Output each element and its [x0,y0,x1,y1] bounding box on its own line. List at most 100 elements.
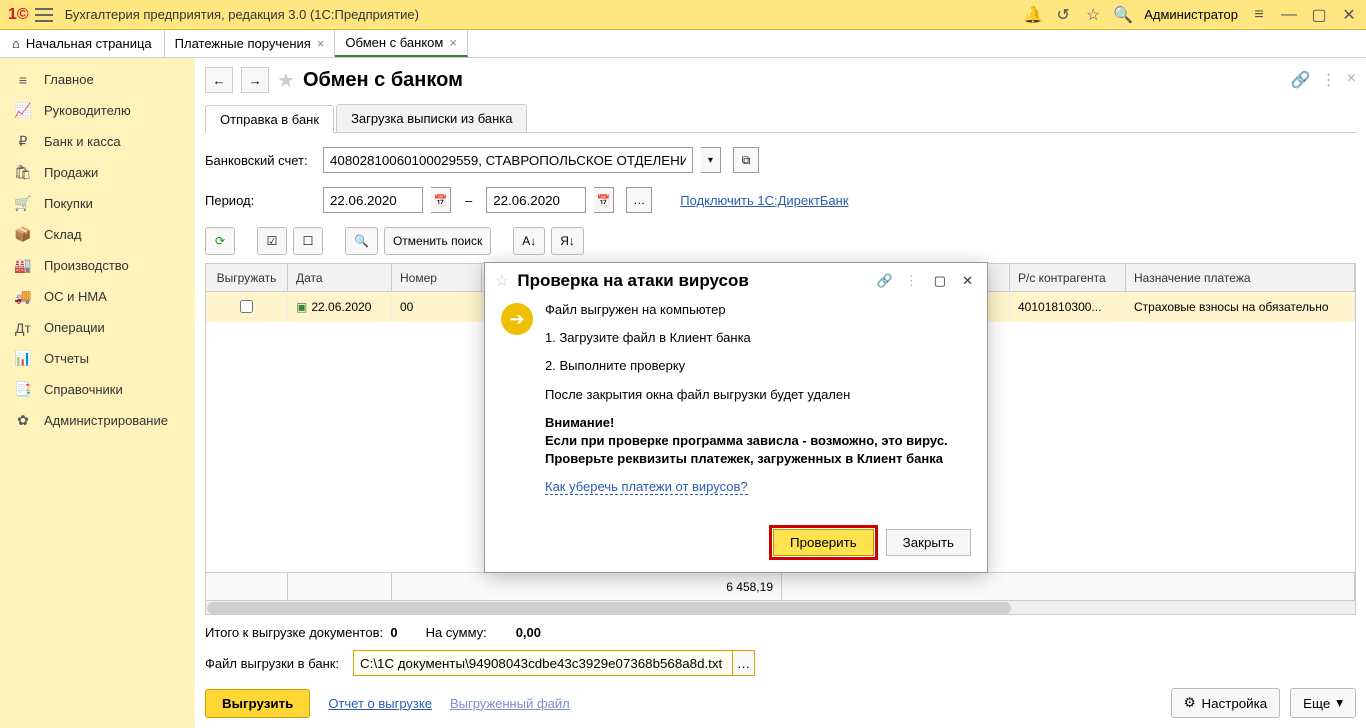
sidebar-item-bank[interactable]: ₽Банк и касса [0,126,195,157]
modal-warn-title: Внимание! [545,415,614,430]
sidebar-item-purchases[interactable]: 🛒Покупки [0,188,195,219]
bell-icon[interactable]: 🔔 [1024,6,1042,24]
close-window-icon[interactable]: ✕ [1340,6,1358,24]
favorite-icon[interactable]: ☆ [495,271,509,291]
sidebar-item-warehouse[interactable]: 📦Склад [0,219,195,250]
bank-account-input[interactable] [323,147,693,173]
subtab-send[interactable]: Отправка в банк [205,105,334,133]
file-browse-button[interactable]: … [733,650,755,676]
sidebar-item-label: Главное [44,72,94,87]
sidebar-item-manager[interactable]: 📈Руководителю [0,95,195,126]
virus-check-modal: ☆ Проверка на атаки вирусов 🔗 ⋮ ▢ ✕ ➔ Фа… [484,262,988,573]
th-racct[interactable]: Р/с контрагента [1010,264,1126,291]
sort-asc-button[interactable]: A↓ [513,227,545,255]
sidebar-item-label: ОС и НМА [44,289,107,304]
modal-after-close: После закрытия окна файл выгрузки будет … [545,386,948,404]
direct-bank-link[interactable]: Подключить 1С:ДиректБанк [680,193,848,208]
dash-separator: – [459,193,478,208]
link-icon[interactable]: 🔗 [877,273,893,289]
sidebar-item-assets[interactable]: 🚚 ОС и НМА [0,281,195,312]
sort-desc-button[interactable]: Я↓ [551,227,584,255]
th-purpose[interactable]: Назначение платежа [1126,264,1355,291]
history-icon[interactable]: ↺ [1054,6,1072,24]
modal-title: Проверка на атаки вирусов [517,271,868,291]
export-file-input[interactable] [353,650,733,676]
sidebar-item-label: Справочники [44,382,123,397]
main-menu-icon[interactable] [35,8,53,22]
period-select-button[interactable]: … [626,187,652,213]
search-icon[interactable]: 🔍 [1114,6,1132,24]
cancel-search-button[interactable]: Отменить поиск [384,227,491,255]
forward-button[interactable]: → [241,67,269,93]
close-button[interactable]: Закрыть [886,529,971,556]
subtab-load[interactable]: Загрузка выписки из банка [336,104,527,132]
refresh-button[interactable]: ⟳ [205,227,235,255]
filter-icon[interactable]: ≡ [1250,6,1268,24]
date-from-calendar[interactable]: 📅 [431,187,451,213]
home-tab[interactable]: ⌂ Начальная страница [0,30,165,57]
sidebar-item-reports[interactable]: 📊Отчеты [0,343,195,374]
sidebar-item-production[interactable]: 🏭Производство [0,250,195,281]
uploaded-file-link[interactable]: Выгруженный файл [450,696,570,711]
star-icon[interactable]: ☆ [1084,6,1102,24]
tab-close-icon[interactable]: × [317,36,325,51]
sidebar-item-label: Покупки [44,196,93,211]
home-icon: ⌂ [12,36,20,51]
maximize-icon[interactable]: ▢ [1310,6,1328,24]
td-date: 22.06.2020 [311,300,371,314]
sidebar-item-admin[interactable]: ✿Администрирование [0,405,195,436]
bank-account-label: Банковский счет: [205,153,315,168]
gear-icon: ⚙ [1184,695,1196,711]
sidebar-item-label: Операции [44,320,105,335]
tab-bank-exchange[interactable]: Обмен с банком × [335,30,468,57]
find-button[interactable]: 🔍 [345,227,378,255]
sidebar-item-sales[interactable]: 🛍Продажи [0,157,195,188]
export-button[interactable]: Выгрузить [205,689,310,718]
settings-button[interactable]: ⚙Настройка [1171,688,1281,718]
row-checkbox[interactable] [240,300,253,313]
uncheck-all-button[interactable]: ☐ [293,227,323,255]
favorite-icon[interactable]: ★ [277,68,295,93]
th-export[interactable]: Выгружать [206,264,288,291]
bank-account-dropdown[interactable]: ▾ [701,147,721,173]
minimize-icon[interactable]: — [1280,6,1298,24]
truck-icon: 🚚 [14,288,32,306]
tab-payments[interactable]: Платежные поручения × [165,30,336,57]
open-account-button[interactable]: ⧉ [733,147,759,173]
footer-sum: 6 458,19 [392,573,782,600]
tab-label: Обмен с банком [345,35,443,50]
user-label[interactable]: Администратор [1144,7,1238,22]
maximize-icon[interactable]: ▢ [930,273,950,289]
date-to-calendar[interactable]: 📅 [594,187,614,213]
back-button[interactable]: ← [205,67,233,93]
report-link[interactable]: Отчет о выгрузке [328,696,432,711]
ruble-icon: ₽ [14,133,32,151]
sidebar-item-reference[interactable]: 📑 Справочники [0,374,195,405]
tab-close-icon[interactable]: × [449,35,457,50]
kebab-icon[interactable]: ⋮ [1321,70,1337,90]
th-date[interactable]: Дата [288,264,392,291]
modal-help-link[interactable]: Как уберечь платежи от вирусов? [545,479,748,495]
sidebar-item-label: Администрирование [44,413,168,428]
check-all-button[interactable]: ☑ [257,227,287,255]
th-number[interactable]: Номер [392,264,482,291]
check-button[interactable]: Проверить [773,529,874,556]
more-button[interactable]: Еще▾ [1290,688,1356,718]
sidebar-item-label: Продажи [44,165,98,180]
modal-warning: Внимание! Если при проверке программа за… [545,414,948,469]
sidebar-item-operations[interactable]: ДтОперации [0,312,195,343]
sidebar-item-main[interactable]: ≡Главное [0,64,195,95]
date-to-input[interactable] [486,187,586,213]
folder-icon: 📑 [14,381,32,399]
horizontal-scrollbar[interactable] [206,600,1355,614]
sidebar-item-label: Склад [44,227,82,242]
totals-sum-label: На сумму: [426,625,487,640]
sidebar-item-label: Руководителю [44,103,131,118]
sidebar: ≡Главное 📈Руководителю ₽Банк и касса 🛍Пр… [0,58,195,728]
link-icon[interactable]: 🔗 [1291,70,1311,90]
home-tab-label: Начальная страница [26,36,152,51]
close-icon[interactable]: ✕ [958,273,977,289]
kebab-icon[interactable]: ⋮ [901,273,922,289]
close-page-icon[interactable]: × [1347,70,1356,90]
date-from-input[interactable] [323,187,423,213]
